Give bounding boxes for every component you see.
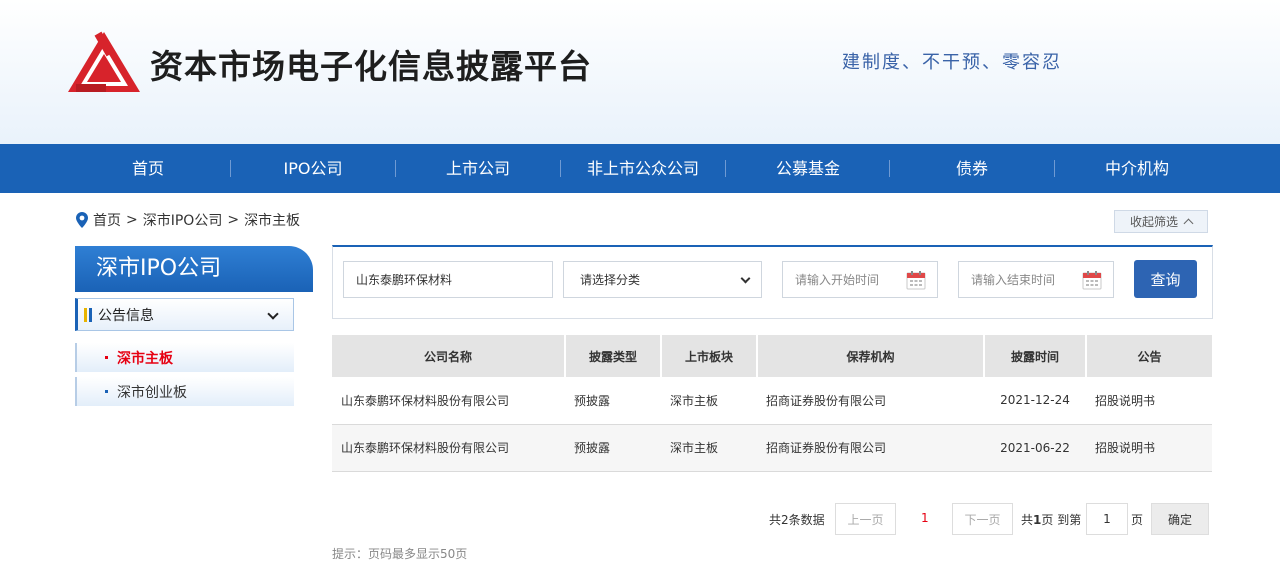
chevron-down-icon — [740, 273, 751, 284]
logo-icon — [68, 31, 140, 92]
category-select-value: 请选择分类 — [580, 273, 641, 287]
column-header-date: 披露时间 — [984, 335, 1087, 377]
calendar-icon[interactable] — [1082, 270, 1102, 290]
column-header-company: 公司名称 — [332, 335, 566, 377]
end-date-input[interactable]: 请输入结束时间 — [958, 261, 1114, 298]
start-date-input[interactable]: 请输入开始时间 — [782, 261, 938, 298]
company-search-input[interactable]: 山东泰鹏环保材料 — [343, 261, 553, 298]
page-hint: 提示：页码最多显示50页 — [332, 547, 468, 561]
bullet-icon — [105, 356, 108, 359]
total-count: 共2条数据 — [769, 513, 825, 527]
page-count-prefix: 共 — [1021, 513, 1034, 527]
cell-company: 山东泰鹏环保材料股份有限公司 — [332, 424, 565, 472]
table-row: 山东泰鹏环保材料股份有限公司 预披露 深市主板 招商证券股份有限公司 2021-… — [332, 377, 1212, 425]
nav-item-ipo[interactable]: IPO公司 — [230, 144, 396, 193]
cell-announcement-link[interactable]: 招股说明书 — [1086, 424, 1212, 472]
sidebar-title: 深市IPO公司 — [75, 246, 313, 292]
bars-icon — [84, 307, 94, 322]
site-title: 资本市场电子化信息披露平台 — [150, 47, 592, 86]
chevron-up-icon — [1183, 218, 1194, 229]
cell-type: 预披露 — [565, 377, 661, 425]
cell-sponsor: 招商证券股份有限公司 — [757, 424, 984, 472]
sidebar-group-label: 公告信息 — [98, 307, 154, 324]
main-nav: 首页 IPO公司 上市公司 非上市公众公司 公募基金 债券 中介机构 — [0, 144, 1280, 193]
cell-board: 深市主板 — [661, 424, 757, 472]
column-header-announcement: 公告 — [1086, 335, 1212, 377]
next-page-button[interactable]: 下一页 — [952, 503, 1013, 535]
collapse-filter-button[interactable]: 收起筛选 — [1114, 210, 1208, 233]
cell-type: 预披露 — [565, 424, 661, 472]
calendar-icon[interactable] — [906, 270, 926, 290]
bullet-icon — [105, 390, 108, 393]
prev-page-button[interactable]: 上一页 — [835, 503, 896, 535]
chevron-down-icon — [267, 308, 279, 320]
breadcrumb-ipo[interactable]: 深市IPO公司 — [143, 210, 223, 230]
collapse-filter-label: 收起筛选 — [1129, 215, 1178, 229]
nav-item-nonlisted[interactable]: 非上市公众公司 — [560, 144, 726, 193]
sidebar-item-chinext[interactable]: 深市创业板 — [75, 377, 294, 406]
table-row: 山东泰鹏环保材料股份有限公司 预披露 深市主板 招商证券股份有限公司 2021-… — [332, 424, 1212, 472]
filter-panel: 山东泰鹏环保材料 请选择分类 请输入开始时间 请输入结束时间 查询 — [332, 245, 1213, 319]
cell-date: 2021-12-24 — [984, 377, 1086, 425]
breadcrumb-home[interactable]: 首页 — [93, 210, 121, 230]
nav-item-fund[interactable]: 公募基金 — [725, 144, 891, 193]
cell-board: 深市主板 — [661, 377, 757, 425]
breadcrumb-current: 深市主板 — [244, 213, 301, 229]
breadcrumb-separator: > — [126, 212, 138, 228]
table-header-row: 公司名称 披露类型 上市板块 保荐机构 披露时间 公告 — [332, 335, 1212, 377]
confirm-page-button[interactable]: 确定 — [1151, 503, 1209, 535]
cell-date: 2021-06-22 — [984, 424, 1086, 472]
current-page[interactable]: 1 — [921, 511, 929, 525]
cell-sponsor: 招商证券股份有限公司 — [757, 377, 984, 425]
column-header-board: 上市板块 — [661, 335, 758, 377]
page-count-text: 共1页 到第 — [1021, 511, 1081, 528]
sidebar-group-announcements[interactable]: 公告信息 — [75, 298, 294, 331]
sidebar-item-label: 深市创业板 — [117, 384, 187, 401]
cell-company: 山东泰鹏环保材料股份有限公司 — [332, 377, 565, 425]
breadcrumb: 首页 > 深市IPO公司 > 深市主板 — [76, 210, 300, 230]
disclosure-table: 公司名称 披露类型 上市板块 保荐机构 披露时间 公告 山东泰鹏环保材料股份有限… — [332, 335, 1212, 472]
page-unit: 页 — [1131, 513, 1144, 527]
end-date-placeholder: 请输入结束时间 — [971, 273, 1056, 287]
site-header: 资本市场电子化信息披露平台 建制度、不干预、零容忍 — [0, 0, 1280, 144]
column-header-type: 披露类型 — [565, 335, 662, 377]
query-button[interactable]: 查询 — [1134, 260, 1197, 298]
nav-item-home[interactable]: 首页 — [65, 144, 231, 193]
breadcrumb-separator: > — [227, 212, 240, 228]
category-select[interactable]: 请选择分类 — [563, 261, 762, 298]
page-count-suffix: 页 到第 — [1041, 513, 1082, 527]
nav-item-listed[interactable]: 上市公司 — [395, 144, 561, 193]
cell-announcement-link[interactable]: 招股说明书 — [1086, 377, 1212, 425]
location-pin-icon — [76, 212, 88, 228]
slogan: 建制度、不干预、零容忍 — [842, 52, 1062, 73]
sidebar-item-main-board[interactable]: 深市主板 — [75, 343, 294, 372]
column-header-sponsor: 保荐机构 — [757, 335, 985, 377]
start-date-placeholder: 请输入开始时间 — [795, 273, 880, 287]
goto-page-input[interactable]: 1 — [1086, 503, 1128, 535]
sidebar-item-label: 深市主板 — [117, 350, 173, 367]
nav-item-intermediary[interactable]: 中介机构 — [1054, 144, 1220, 193]
nav-item-bond[interactable]: 债券 — [889, 144, 1055, 193]
